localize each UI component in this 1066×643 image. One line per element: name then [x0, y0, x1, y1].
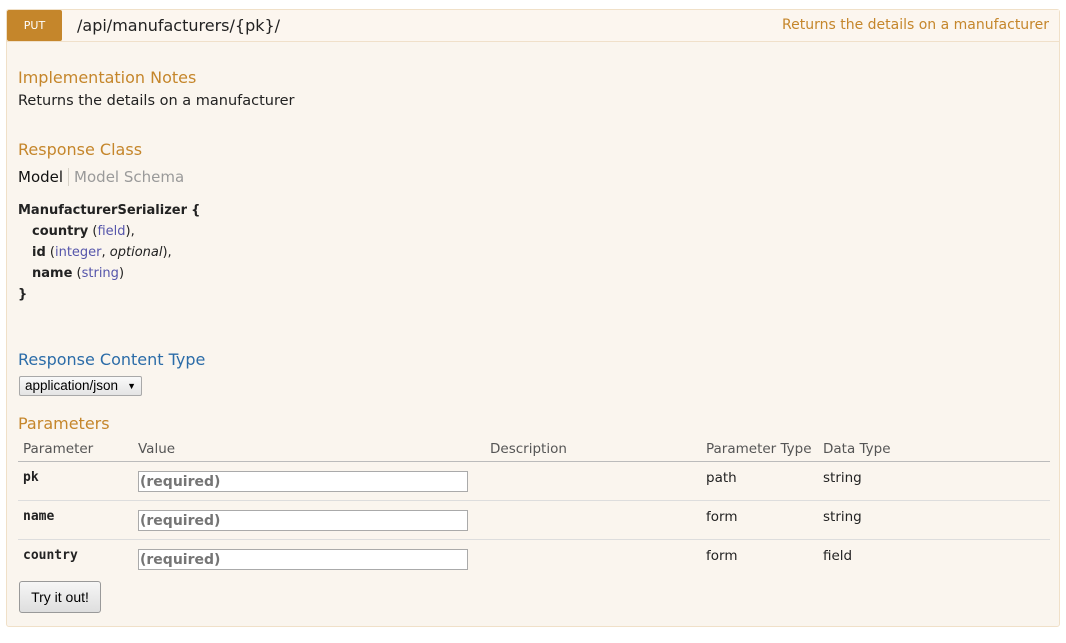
endpoint-path[interactable]: /api/manufacturers/{pk}/ — [77, 10, 280, 41]
column-header: Value — [133, 440, 485, 462]
tab-model-schema[interactable]: Model Schema — [69, 168, 184, 186]
response-content-type-heading: Response Content Type — [18, 350, 206, 369]
parameters-heading: Parameters — [18, 414, 110, 433]
operation-summary[interactable]: Returns the details on a manufacturer — [782, 10, 1049, 41]
param-name: country — [23, 548, 78, 563]
model-field: name (string) — [32, 266, 125, 281]
tab-model[interactable]: Model — [18, 168, 70, 186]
implementation-notes-heading: Implementation Notes — [18, 68, 197, 87]
model-open-brace: { — [191, 203, 201, 218]
column-header: Parameter — [18, 440, 133, 462]
param-name: name — [18, 500, 133, 540]
param-type: form — [701, 500, 818, 540]
table-row: pk path string — [18, 461, 1050, 501]
name-input[interactable] — [138, 510, 468, 531]
param-description — [485, 461, 701, 501]
country-input[interactable] — [138, 549, 468, 570]
model-signature: ManufacturerSerializer { country (field)… — [18, 200, 200, 305]
operation-header[interactable]: PUT /api/manufacturers/{pk}/ Returns the… — [7, 10, 1059, 42]
param-type: form — [706, 548, 738, 564]
implementation-notes-text: Returns the details on a manufacturer — [18, 93, 295, 109]
data-type: field — [823, 548, 853, 564]
pk-input[interactable] — [138, 471, 468, 492]
param-type: path — [701, 461, 818, 501]
parameters-table: Parameter Value Description Parameter Ty… — [18, 440, 1050, 578]
param-description — [485, 500, 701, 540]
param-description — [485, 540, 701, 579]
try-it-out-button[interactable]: Try it out! — [19, 581, 101, 613]
column-header: Data Type — [818, 440, 1050, 462]
table-row: name form string — [18, 500, 1050, 540]
http-method-badge[interactable]: PUT — [7, 10, 62, 41]
model-name: ManufacturerSerializer — [18, 203, 187, 218]
model-tabs: Model Model Schema — [18, 168, 184, 186]
data-type: string — [818, 500, 1050, 540]
operation-panel: PUT /api/manufacturers/{pk}/ Returns the… — [6, 9, 1060, 627]
model-close-brace: } — [18, 287, 28, 302]
content-type-select[interactable]: application/json ▼ — [19, 376, 142, 396]
column-header: Parameter Type — [701, 440, 818, 462]
response-class-heading: Response Class — [18, 140, 143, 159]
data-type: string — [818, 461, 1050, 501]
column-header: Description — [485, 440, 701, 462]
model-field: country (field), — [32, 224, 135, 239]
dropdown-arrow-icon: ▼ — [127, 381, 136, 391]
table-row: country form field — [18, 540, 1050, 579]
model-field: id (integer, optional), — [32, 245, 172, 260]
param-name: pk — [18, 461, 133, 501]
